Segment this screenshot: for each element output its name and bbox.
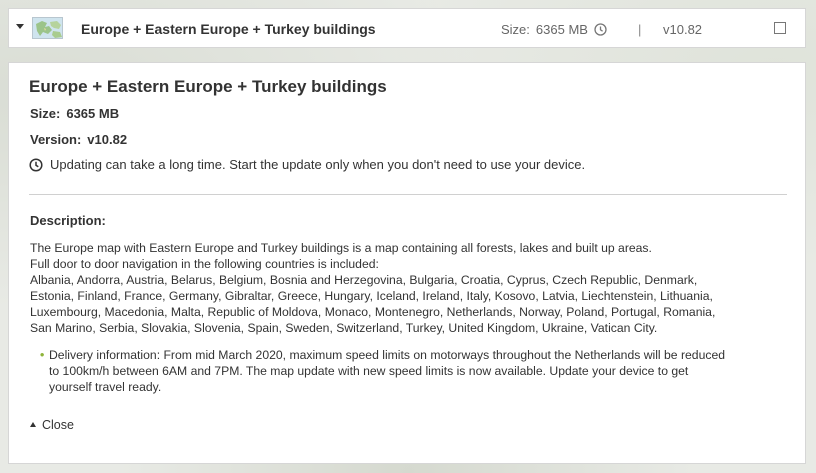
map-size: Size: 6365 MB <box>501 22 607 39</box>
bullet-line: yourself travel ready. <box>49 380 162 394</box>
details-size-label: Size: <box>30 106 61 121</box>
chevron-down-icon[interactable] <box>16 24 24 29</box>
map-details-panel: Europe + Eastern Europe + Turkey buildin… <box>8 62 806 464</box>
close-button[interactable]: Close <box>30 418 74 432</box>
description-line: San Marino, Serbia, Slovakia, Slovenia, … <box>30 321 658 335</box>
update-note-text: Updating can take a long time. Start the… <box>50 157 586 172</box>
clock-icon <box>594 23 607 39</box>
description-heading: Description: <box>30 213 106 228</box>
map-title: Europe + Eastern Europe + Turkey buildin… <box>81 21 376 37</box>
bullet-line: to 100km/h between 6AM and 7PM. The map … <box>49 364 689 378</box>
description-line: Full door to door navigation in the foll… <box>30 257 379 271</box>
divider <box>29 194 787 195</box>
chevron-up-icon <box>30 422 36 427</box>
size-label: Size: <box>501 22 530 37</box>
select-checkbox[interactable] <box>774 22 786 34</box>
description-line: Luxembourg, Macedonia, Malta, Republic o… <box>30 305 716 319</box>
clock-icon <box>29 158 43 172</box>
separator: | <box>638 22 642 37</box>
map-item-header[interactable]: Europe + Eastern Europe + Turkey buildin… <box>8 8 806 48</box>
bullet-line: Delivery information: From mid March 202… <box>49 348 726 362</box>
size-value: 6365 MB <box>535 22 588 37</box>
delivery-info-text: Delivery information: From mid March 202… <box>49 347 789 395</box>
details-size-value: 6365 MB <box>66 106 120 121</box>
details-version-value: v10.82 <box>87 132 128 147</box>
details-version-label: Version: <box>30 132 82 147</box>
description-line: Albania, Andorra, Austria, Belarus, Belg… <box>30 273 698 287</box>
description-line: Estonia, Finland, France, Germany, Gibra… <box>30 289 713 303</box>
map-version: v10.82 <box>663 22 703 37</box>
description-text: The Europe map with Eastern Europe and T… <box>30 240 790 336</box>
update-note: Updating can take a long time. Start the… <box>29 157 585 172</box>
details-version: Version: v10.82 <box>30 132 127 147</box>
details-size: Size: 6365 MB <box>30 106 119 121</box>
description-line: The Europe map with Eastern Europe and T… <box>30 241 652 255</box>
close-label: Close <box>42 418 74 432</box>
bullet-icon: • <box>40 348 45 362</box>
map-thumbnail <box>32 17 63 39</box>
details-title: Europe + Eastern Europe + Turkey buildin… <box>29 77 387 96</box>
